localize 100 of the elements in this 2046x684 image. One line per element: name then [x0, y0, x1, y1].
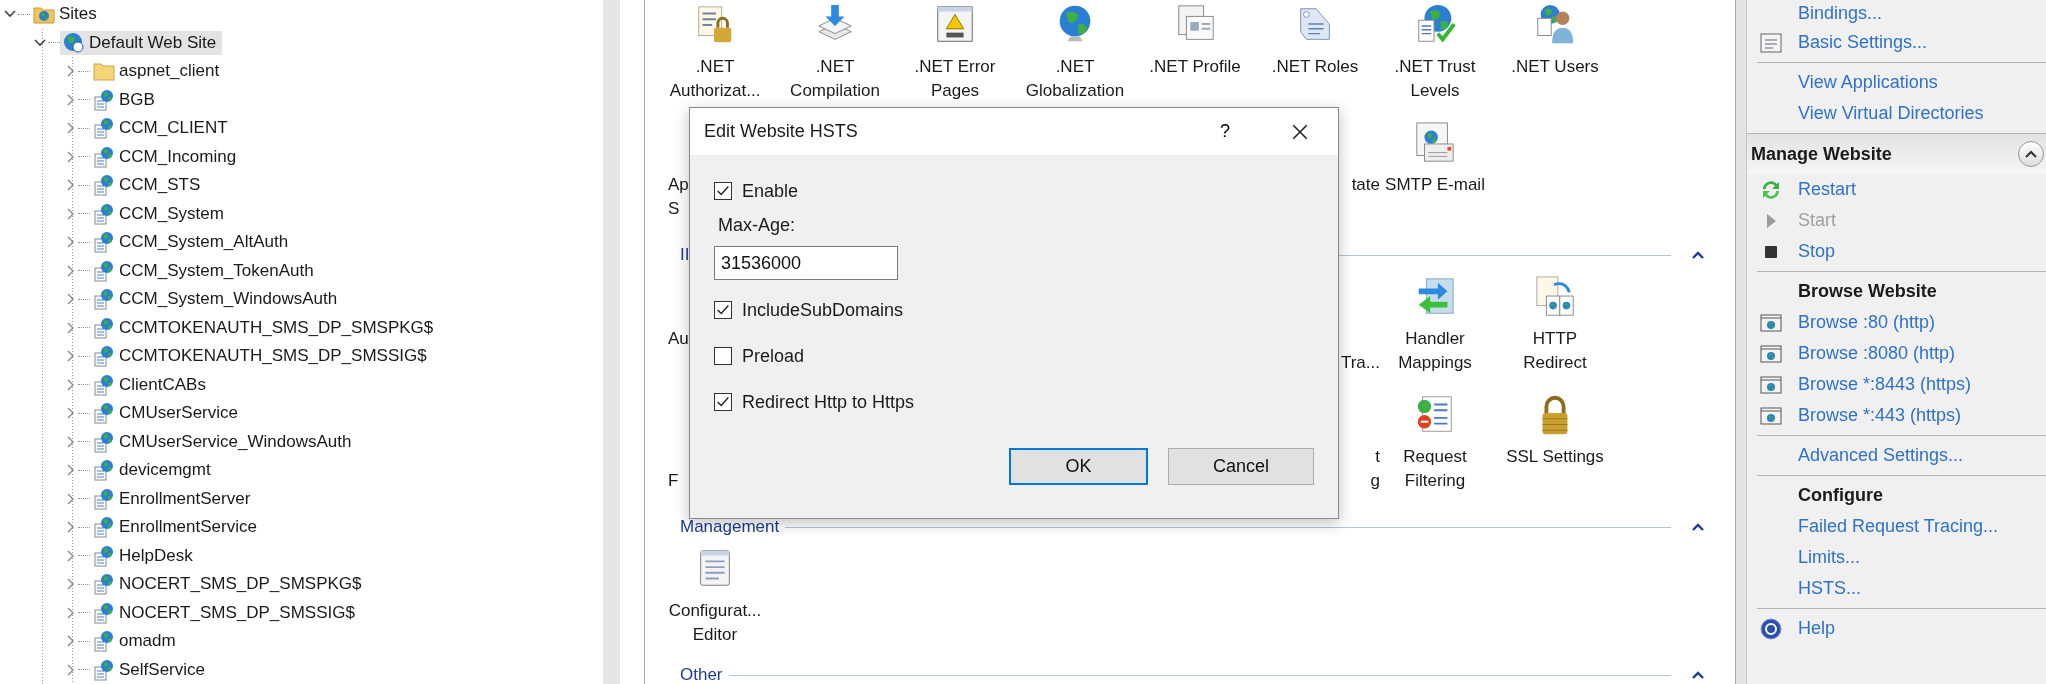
ok-button[interactable]: OK [1009, 448, 1148, 485]
collapse-caret-icon[interactable] [1691, 670, 1705, 680]
globe-document-icon [93, 658, 115, 681]
tree-item[interactable]: EnrollmentService [90, 515, 263, 540]
tree-item[interactable]: CCM_System_TokenAuth [90, 258, 320, 283]
feature-item[interactable]: Configurat... Editor [662, 547, 768, 647]
action-link[interactable]: View Applications [1798, 72, 1938, 93]
globe-document-icon [93, 202, 115, 225]
action-link[interactable]: Browse :8080 (http) [1798, 343, 1956, 364]
action-link[interactable]: Browse :80 (http) [1798, 312, 1936, 333]
tree-item[interactable]: devicemgmt [90, 458, 217, 483]
group-title: Other [680, 665, 723, 684]
help-button[interactable]: ? [1205, 111, 1245, 152]
tree-item[interactable]: EnrollmentServer [90, 486, 257, 511]
tree-item[interactable]: Sites [30, 2, 103, 27]
action-link[interactable]: Advanced Settings... [1798, 445, 1964, 466]
action-link[interactable]: Failed Request Tracing... [1798, 516, 1999, 537]
globe-document-icon [93, 117, 115, 140]
checkbox-label: Preload [742, 345, 805, 367]
globe-document-icon [93, 288, 115, 311]
caret-icon [2025, 150, 2037, 158]
tree-item[interactable]: ClientCABs [90, 372, 212, 397]
action-link[interactable]: Restart [1798, 179, 1857, 200]
tree-item[interactable]: CCMTOKENAUTH_SMS_DP_SMSPKG$ [90, 315, 440, 340]
globe-document-icon [93, 402, 115, 425]
feature-item[interactable]: .NET Trust Levels [1382, 3, 1488, 103]
max-age-field[interactable]: 31536000 [714, 246, 898, 280]
globe-document-icon [93, 231, 115, 254]
dialog-button[interactable]: Cancel [1168, 448, 1314, 485]
collapse-caret-icon[interactable] [1691, 522, 1705, 532]
tree-item[interactable]: NOCERT_SMS_DP_SMSSIG$ [90, 600, 361, 625]
feature-item[interactable]: .NET Error Pages [902, 3, 1008, 103]
window-list-icon [1759, 30, 1783, 55]
section-title: Manage Website [1751, 143, 1892, 165]
tree-item[interactable]: HelpDesk [90, 543, 199, 568]
action-link[interactable]: View Virtual Directories [1798, 103, 1984, 124]
action-link[interactable]: HSTS... [1798, 578, 1861, 599]
action-link[interactable]: Bindings... [1798, 2, 1883, 24]
feature-label: t [1375, 447, 1380, 466]
tree-item[interactable]: Default Web Site [60, 30, 223, 55]
tree-item[interactable]: CCM_System_WindowsAuth [90, 287, 344, 312]
tree-item[interactable]: CCM_CLIENT [90, 116, 234, 141]
tree-item[interactable]: omadm [90, 629, 182, 654]
tree-item[interactable]: NOCERT_SMS_DP_SMSPKG$ [90, 572, 368, 597]
globe-document-icon [93, 145, 115, 168]
feature-label: g [1370, 471, 1380, 490]
feature-item[interactable]: .NET Compilation [782, 3, 888, 103]
feature-item[interactable]: .NET Globalization [1022, 3, 1128, 103]
globe-document-icon [93, 316, 115, 339]
scrollbar[interactable] [603, 0, 620, 684]
checkbox-label: IncludeSubDomains [742, 299, 904, 321]
globe-document-icon [93, 430, 115, 453]
checkbox-label: Redirect Http to Https [742, 391, 915, 413]
feature-item[interactable]: .NET Users [1502, 3, 1608, 103]
checkbox[interactable] [714, 182, 732, 200]
tree-item[interactable]: CCM_System_AltAuth [90, 230, 295, 255]
collapse-button[interactable] [2018, 141, 2044, 167]
envelope-icon [1413, 121, 1457, 165]
tree-item[interactable]: CMUserService [90, 401, 245, 426]
field-label: Max-Age: [718, 215, 797, 235]
tree-item[interactable]: SelfService [90, 657, 211, 682]
action-link[interactable]: Help [1798, 618, 1836, 639]
globe-document-icon [93, 174, 115, 197]
action-link[interactable]: Limits... [1798, 547, 1860, 568]
feature-label: Ap [668, 175, 689, 194]
action-link[interactable]: Browse *:443 (https) [1798, 405, 1962, 426]
feature-item[interactable]: .NET Authorizat... [662, 3, 768, 103]
group-title: II [680, 245, 690, 265]
feature-item[interactable]: HTTP Redirect [1502, 275, 1608, 375]
feature-label: S [668, 199, 680, 218]
globe-document-icon [93, 544, 115, 567]
feature-item[interactable]: Handler Mappings [1382, 275, 1488, 375]
tree-item[interactable]: aspnet_client [90, 59, 226, 84]
tree-item[interactable]: CCM_STS [90, 173, 207, 198]
tree-item[interactable]: CMUserService_WindowsAuth [90, 429, 358, 454]
checkbox[interactable] [714, 347, 732, 365]
globe-document-icon [93, 487, 115, 510]
feature-item[interactable]: .NET Profile [1142, 3, 1248, 103]
feature-label: F [668, 471, 679, 490]
feature-item[interactable]: SSL Settings [1502, 393, 1608, 493]
tree-item[interactable]: CCM_System [90, 201, 230, 226]
globe-icon [63, 31, 85, 54]
globe-document-icon [93, 630, 115, 653]
feature-item[interactable]: SMTP E-mail [1382, 121, 1488, 221]
action-link[interactable]: Browse *:8443 (https) [1798, 374, 1972, 395]
feature-item[interactable]: Request Filtering [1382, 393, 1488, 493]
globe-document-icon [93, 459, 115, 482]
globe-document-icon [93, 88, 115, 111]
globe-document-icon [93, 601, 115, 624]
feature-item[interactable]: .NET Roles [1262, 3, 1368, 103]
tree-item[interactable]: CCMTOKENAUTH_SMS_DP_SMSSIG$ [90, 344, 433, 369]
tree-item[interactable]: CCM_Incoming [90, 144, 243, 169]
checkbox[interactable] [714, 393, 732, 411]
action-link[interactable]: Basic Settings... [1798, 32, 1928, 53]
tree-item[interactable]: BGB [90, 87, 161, 112]
folder-icon [93, 60, 115, 83]
checkbox[interactable] [714, 301, 732, 319]
collapse-caret-icon[interactable] [1691, 250, 1705, 260]
action-link[interactable]: Stop [1798, 241, 1836, 262]
close-icon [1291, 122, 1309, 141]
